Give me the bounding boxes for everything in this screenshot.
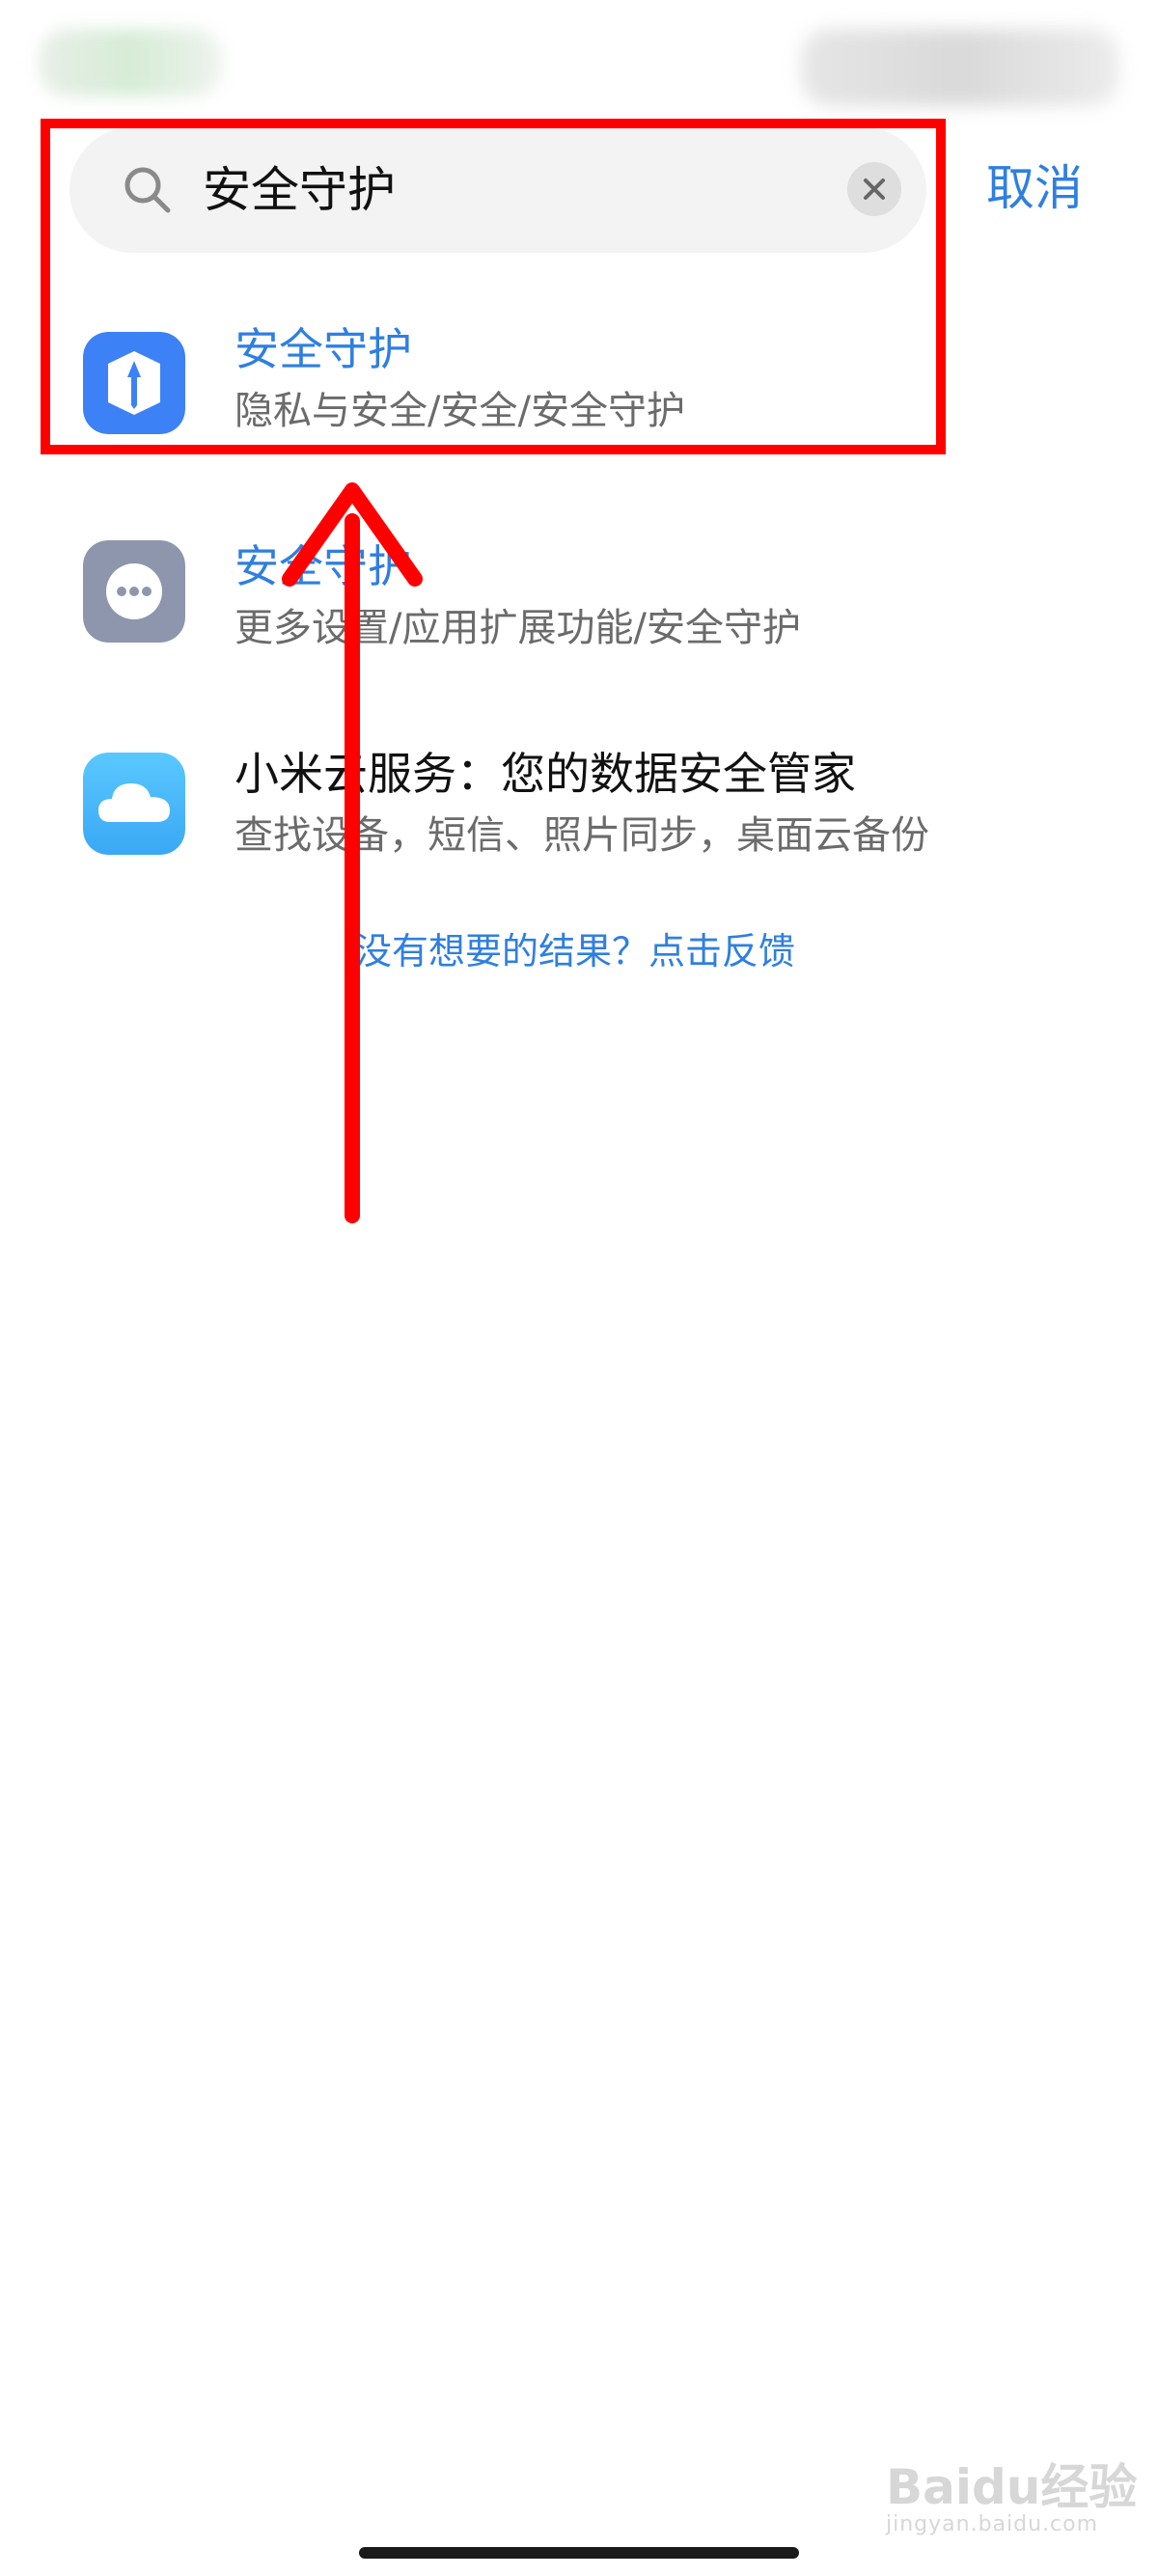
more-settings-icon	[83, 540, 185, 643]
cloud-icon	[83, 753, 185, 855]
annotation-arrow-up	[282, 482, 423, 1223]
status-bar-left-blurred	[39, 29, 222, 96]
status-bar-right-blurred	[801, 29, 1119, 106]
watermark-url: jingyan.baidu.com	[886, 2512, 1099, 2536]
search-result-item[interactable]: 安全守护 更多设置/应用扩展功能/安全守护	[0, 516, 1158, 699]
watermark-logo: Baidu经验	[886, 2459, 1138, 2515]
home-indicator[interactable]	[359, 2547, 799, 2559]
annotation-highlight-box	[41, 119, 946, 454]
cancel-button[interactable]: 取消	[986, 154, 1083, 222]
baidu-watermark: Baidu经验 jingyan.baidu.com	[886, 2449, 1138, 2555]
search-result-item[interactable]: 小米云服务：您的数据安全管家 查找设备，短信、照片同步，桌面云备份	[0, 733, 1158, 917]
